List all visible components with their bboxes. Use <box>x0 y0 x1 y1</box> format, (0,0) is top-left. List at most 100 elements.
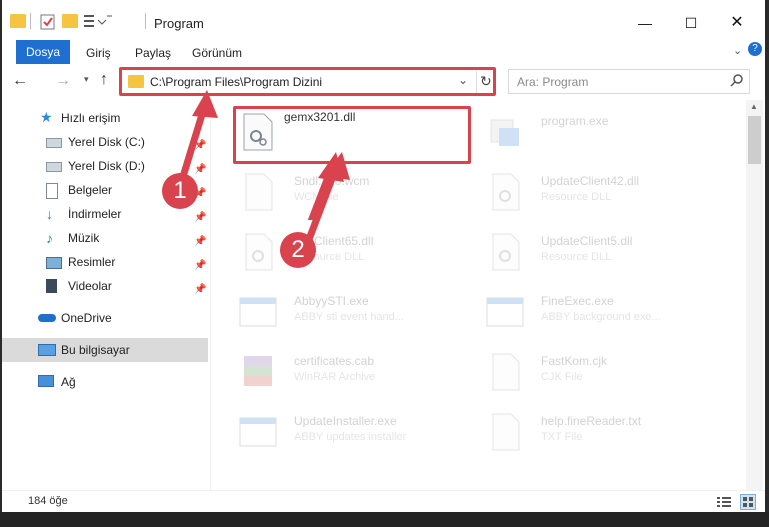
file-icon <box>485 412 525 452</box>
divider <box>145 13 146 29</box>
annotation-badge-2: 2 <box>280 232 316 268</box>
file-item-certificates[interactable]: certificates.cab WinRAR Archive <box>238 348 483 402</box>
window-frame-left <box>0 0 2 527</box>
file-name: certificates.cab <box>294 354 375 368</box>
details-view-icon[interactable] <box>716 495 732 509</box>
file-item-abbyysti[interactable]: AbbyySTI.exe ABBY sti event hand... <box>238 288 483 342</box>
file-type: TXT File <box>541 431 583 443</box>
file-name: FineExec.exe <box>541 294 614 308</box>
file-icon <box>485 352 525 392</box>
tab-home[interactable]: Giriş <box>86 42 111 64</box>
maximize-button[interactable]: ☐ <box>668 8 714 38</box>
network-icon <box>38 375 54 387</box>
divider <box>30 13 31 29</box>
sidebar-item-label: Belgeler <box>68 183 113 197</box>
file-type: ABBY background exe... <box>541 311 661 323</box>
pin-icon[interactable]: 📌 <box>194 278 206 302</box>
file-item-fineexec[interactable]: FineExec.exe ABBY background exe... <box>485 288 730 342</box>
file-type: Resource DLL <box>541 191 612 203</box>
computer-icon <box>38 344 56 356</box>
dll-icon <box>485 232 525 272</box>
forward-arrow-icon[interactable]: → <box>55 72 71 90</box>
tab-view[interactable]: Görünüm <box>192 42 242 64</box>
sidebar-item-label: Yerel Disk (C:) <box>68 135 145 149</box>
sidebar-item-label: Yerel Disk (D:) <box>68 159 145 173</box>
file-type: Resource DLL <box>541 251 612 263</box>
sidebar-item-music[interactable]: ♪ Müzik 📌 <box>0 226 208 250</box>
cloud-icon <box>38 314 56 322</box>
sidebar-item-label: Resimler <box>68 255 116 269</box>
file-name: AbbyySTI.exe <box>294 294 369 308</box>
drive-icon <box>46 162 62 172</box>
drive-icon <box>46 138 62 148</box>
file-item-fastkom[interactable]: FastKom.cjk CJK File <box>485 348 730 402</box>
scrollbar-thumb[interactable] <box>748 116 761 164</box>
annotation-arrowhead-1 <box>192 90 218 118</box>
tab-share[interactable]: Paylaş <box>135 42 171 64</box>
customize-quick-access-icon[interactable] <box>82 12 112 30</box>
file-item-updateinstaller[interactable]: UpdateInstaller.exe ABBY updates install… <box>238 408 483 462</box>
sidebar-item-label: İndirmeler <box>68 207 122 221</box>
search-box[interactable]: Ara: Program <box>508 69 750 94</box>
file-item-program-exe[interactable]: program.exe <box>485 108 730 162</box>
status-bar: 184 öğe <box>0 490 769 513</box>
folder-icon <box>10 14 26 28</box>
window-icon <box>238 412 278 452</box>
document-icon <box>46 183 58 199</box>
exe-icon <box>485 112 525 152</box>
annotation-badge-1: 1 <box>162 173 198 209</box>
file-item-updateclient42[interactable]: UpdateClient42.dll Resource DLL <box>485 168 730 222</box>
file-item-updateclient5[interactable]: UpdateClient5.dll Resource DLL <box>485 228 730 282</box>
search-placeholder: Ara: Program <box>517 75 589 89</box>
window-frame-bottom <box>0 512 769 527</box>
window-frame-right <box>765 0 769 527</box>
window-title: Program <box>154 16 204 31</box>
chevron-down-icon[interactable]: ⌄ <box>733 44 742 57</box>
window-icon <box>485 292 525 332</box>
sidebar-item-pictures[interactable]: Resimler 📌 <box>0 250 208 274</box>
file-item-help-txt[interactable]: help.fineReader.txt TXT File <box>485 408 730 462</box>
help-icon[interactable]: ? <box>748 42 762 56</box>
annotation-arrow-1 <box>178 106 208 182</box>
archive-icon <box>238 352 278 392</box>
sidebar-item-label: OneDrive <box>61 311 112 325</box>
search-icon[interactable] <box>729 73 745 89</box>
file-type: WinRAR Archive <box>294 371 376 383</box>
window-icon <box>238 292 278 332</box>
back-arrow-icon[interactable]: ← <box>12 72 28 90</box>
sidebar-item-this-pc[interactable]: Bu bilgisayar <box>0 338 208 362</box>
video-icon <box>46 279 57 293</box>
tab-file[interactable]: Dosya <box>16 40 70 64</box>
sidebar-item-label: Bu bilgisayar <box>61 343 130 357</box>
sidebar-item-label: Müzik <box>68 231 100 245</box>
file-name: FastKom.cjk <box>541 354 608 368</box>
file-name: program.exe <box>541 114 609 128</box>
sidebar-item-label: Ağ <box>61 375 76 389</box>
sidebar-item-label: Videolar <box>68 279 112 293</box>
file-name: UpdateClient42.dll <box>541 174 640 188</box>
close-button[interactable]: ✕ <box>714 8 760 38</box>
large-icons-view-icon[interactable] <box>740 494 756 510</box>
new-folder-icon[interactable] <box>62 14 78 28</box>
sidebar-item-network[interactable]: Ağ <box>0 370 208 394</box>
music-icon: ♪ <box>46 230 53 246</box>
file-item-updateclient65[interactable]: ...teClient65.dll Resource DLL <box>238 228 483 282</box>
minimize-button[interactable]: — <box>622 8 668 38</box>
ribbon: Giriş Paylaş Görünüm ⌄ ? <box>0 38 769 65</box>
file-name: UpdateClient5.dll <box>541 234 633 248</box>
file-type: CJK File <box>541 371 583 383</box>
properties-icon[interactable] <box>40 14 56 30</box>
star-icon: ★ <box>40 109 53 125</box>
dll-icon <box>238 232 278 272</box>
file-type: ABBY updates installer <box>294 431 407 443</box>
pictures-icon <box>46 257 62 269</box>
scroll-up-icon[interactable]: ▲ <box>750 102 758 111</box>
sidebar-item-onedrive[interactable]: OneDrive <box>0 306 208 330</box>
download-icon: ↓ <box>46 206 53 222</box>
annotation-arrowhead-2b <box>324 152 350 180</box>
file-name: help.fineReader.txt <box>541 414 642 428</box>
sidebar-item-videos[interactable]: Videolar 📌 <box>0 274 208 298</box>
file-type: ABBY sti event hand... <box>294 311 404 323</box>
recent-locations-icon[interactable]: ▾ <box>84 74 89 85</box>
up-arrow-icon[interactable]: ↑ <box>100 71 108 89</box>
